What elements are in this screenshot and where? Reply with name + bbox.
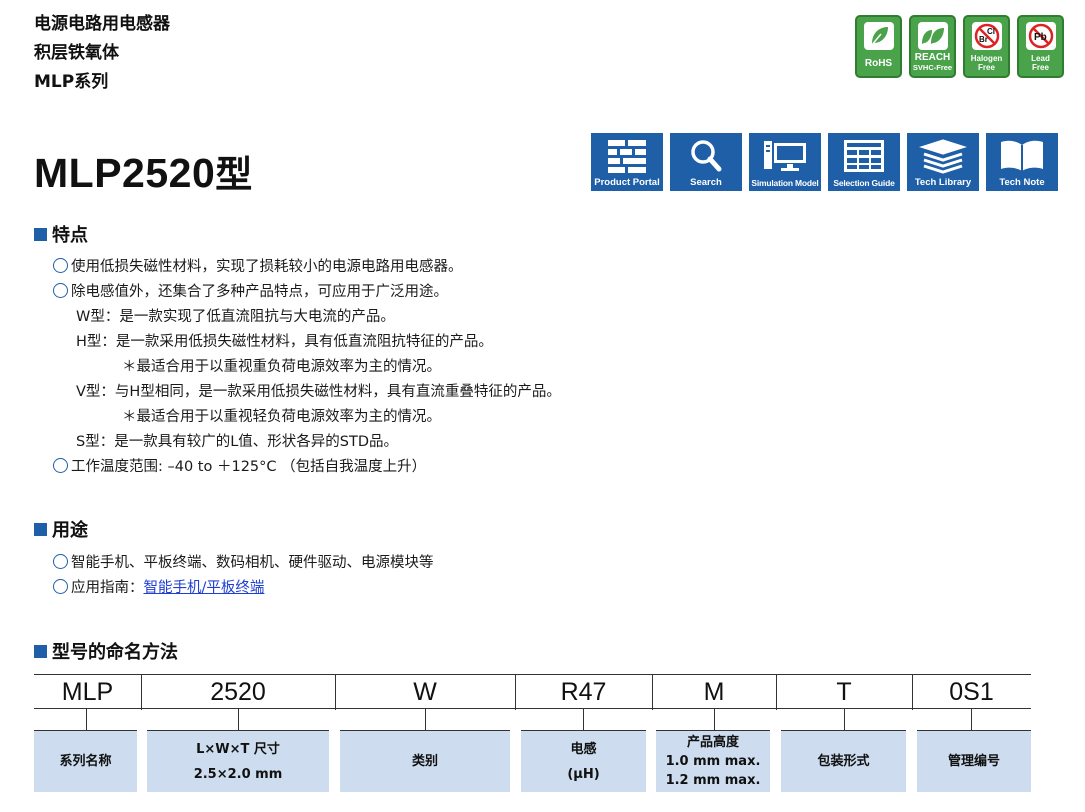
title-suffix: 型 [215,153,253,196]
connector-line [86,709,87,731]
description-box: 系列名称 [34,730,137,792]
description-box: 产品高度 1.0 mm max. 1.2 mm max. [656,730,770,792]
cert-label: Lead Free [1031,54,1050,72]
section-title: 用途 [52,520,88,541]
book-icon [997,137,1047,175]
bullet-circle-icon [53,258,68,273]
section-marker [34,227,47,241]
search-button[interactable]: Search [670,133,742,191]
search-icon [681,137,731,175]
connector-line [238,709,239,731]
product-portal-button[interactable]: Product Portal [591,133,663,191]
feature-note: ＊最适合用于以重视轻负荷电源效率为主的情况。 [122,409,441,425]
description-box: 管理编号 [917,730,1031,792]
usage-heading: 用途 [34,516,88,542]
certification-badges: RoHS REACH SVHC-Free Cl Br Halogen Free Pb … [855,15,1064,78]
rohs-badge: RoHS [855,15,902,78]
bullet-circle-icon [53,579,68,594]
lead-free-badge: Pb Lead Free [1017,15,1064,78]
code-segment: M [703,678,725,706]
bullet-circle-icon [53,554,68,569]
application-guide-link[interactable]: 智能手机/平板终端 [144,580,265,596]
connector-line [844,709,845,731]
usage-line: 应用指南：智能手机/平板终端 [53,576,264,597]
connector-line [714,709,715,731]
title-main: MLP2520 [34,150,216,196]
header-line: 积层铁氧体 [34,43,119,63]
code-segment: W [413,678,437,706]
tech-library-button[interactable]: Tech Library [907,133,979,191]
section-title: 型号的命名方法 [52,642,178,663]
nav-label: Product Portal [594,177,660,188]
code-segment: T [836,678,852,706]
reach-badge: REACH SVHC-Free [909,15,956,78]
code-segment: 2520 [210,678,266,706]
header-line: MLP系列 [34,72,109,92]
code-segment: R47 [560,678,607,706]
bullet-circle-icon [53,283,68,298]
svg-text:Br: Br [979,35,988,44]
simulation-model-button[interactable]: Simulation Model [749,133,821,191]
connector-line [971,709,972,731]
leaf-icon [863,22,894,50]
connector-line [583,709,584,731]
feature-line: V型：与H型相同，是一款采用低损失磁性材料，具有直流重叠特征的产品。 [76,384,561,400]
section-marker [34,522,47,536]
svg-text:Cl: Cl [987,27,995,36]
bullet-circle-icon [53,458,68,473]
section-marker [34,644,47,658]
feature-note: ＊最适合用于以重视重负荷电源效率为主的情况。 [122,359,441,375]
section-title: 特点 [52,225,88,246]
description-box: 包装形式 [781,730,906,792]
cert-label: Halogen Free [970,54,1003,72]
nav-label: Selection Guide [833,178,895,188]
feature-line: H型：是一款采用低损失磁性材料，具有低直流阻抗特征的产品。 [76,334,493,350]
cert-label: REACH SVHC-Free [912,52,953,73]
stack-icon [918,137,968,175]
feature-line: 使用低损失磁性材料，实现了损耗较小的电源电路用电感器。 [53,255,463,276]
features-heading: 特点 [34,221,88,247]
code-segment: 0S1 [949,678,994,706]
description-box: 电感 (μH) [521,730,646,792]
selection-guide-button[interactable]: Selection Guide [828,133,900,191]
connector-line [425,709,426,731]
naming-heading: 型号的命名方法 [34,638,178,664]
grid-icon [602,137,652,175]
feature-line: S型：是一款具有较广的L值、形状各异的STD品。 [76,434,399,450]
lead-prohibited-icon: Pb [1025,22,1056,50]
part-code-row: MLP 2520 W R47 M T 0S1 [34,674,1031,710]
description-box: L×W×T 尺寸 2.5×2.0 mm [147,730,329,792]
monitor-icon [760,137,810,175]
halogen-free-badge: Cl Br Halogen Free [963,15,1010,78]
nav-label: Simulation Model [751,178,819,188]
cert-label: RoHS [864,58,893,69]
halogen-prohibited-icon: Cl Br [971,22,1002,50]
table-icon [839,137,889,175]
code-segment: MLP [61,678,114,706]
description-box: 类别 [340,730,510,792]
usage-line: 智能手机、平板终端、数码相机、硬件驱动、电源模块等 [53,551,434,572]
header-block: 电源电路用电感器 积层铁氧体 MLP系列 [34,10,170,97]
resource-nav: Product Portal Search Simulation Model S… [591,133,1058,191]
feature-line: W型：是一款实现了低直流阻抗与大电流的产品。 [76,309,395,325]
tech-note-button[interactable]: Tech Note [986,133,1058,191]
double-leaf-icon [917,22,948,50]
nav-label: Search [690,177,722,188]
header-line: 电源电路用电感器 [34,14,170,34]
nav-label: Tech Note [999,177,1045,188]
nav-label: Tech Library [914,177,972,188]
feature-line: 工作温度范围: –40 to ＋125°C （包括自我温度上升） [53,455,426,476]
page-title: MLP2520型 [34,144,253,198]
feature-line: 除电感值外，还集合了多种产品特点，可应用于广泛用途。 [53,280,448,301]
svg-text:Pb: Pb [1034,32,1047,43]
